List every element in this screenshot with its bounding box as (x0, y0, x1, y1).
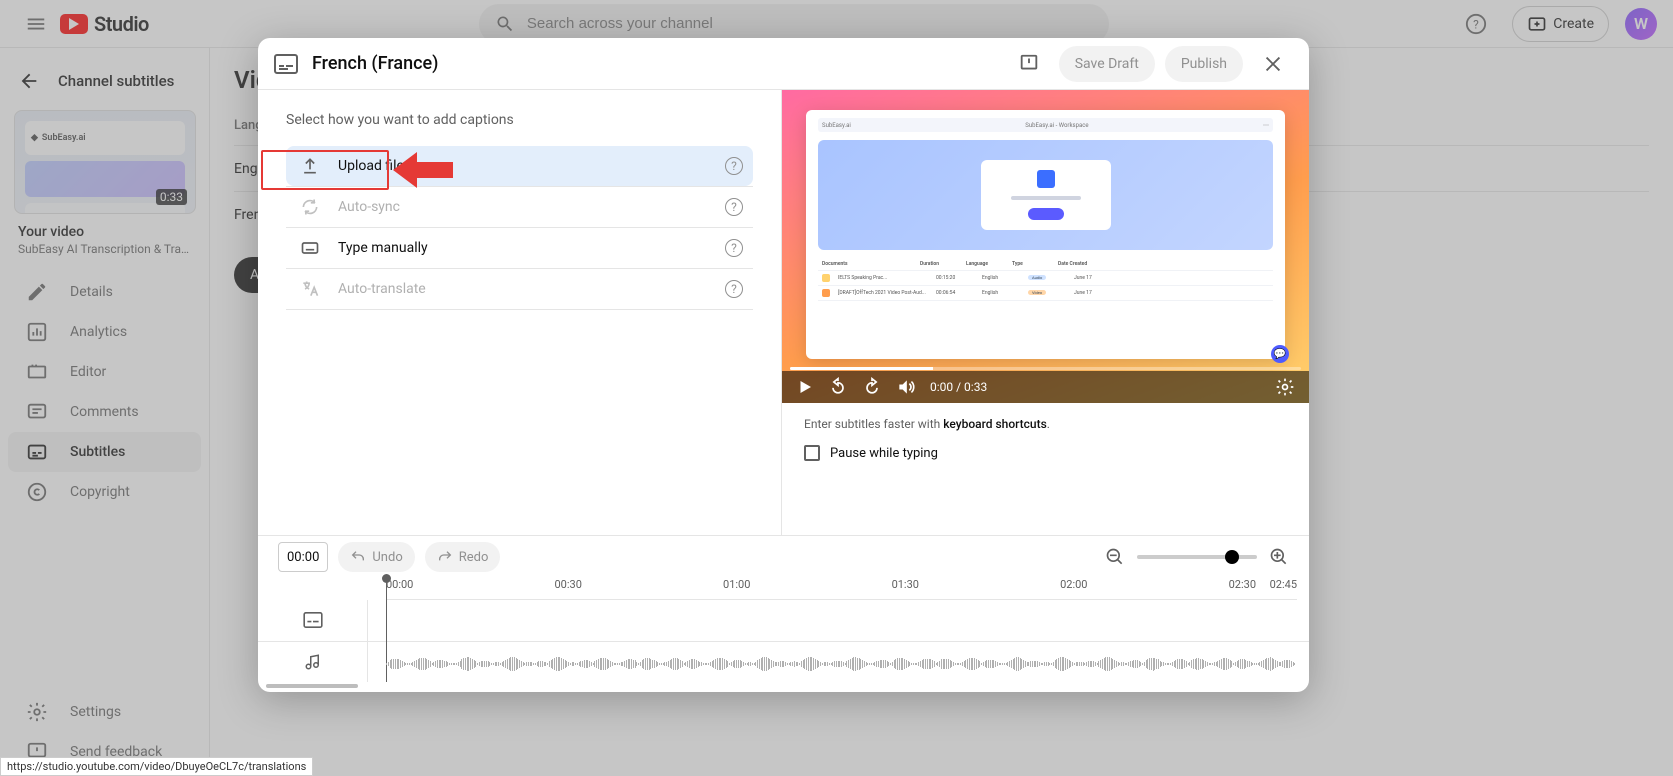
undo-button[interactable]: Undo (338, 542, 414, 572)
save-draft-button[interactable]: Save Draft (1059, 46, 1155, 82)
zoom-out-icon[interactable] (1105, 547, 1125, 567)
panel-prompt: Select how you want to add captions (286, 112, 753, 128)
option-auto-sync[interactable]: Auto-sync ? (286, 187, 753, 227)
browser-status-url: https://studio.youtube.com/video/DbuyeOe… (0, 757, 313, 776)
option-type-manually[interactable]: Type manually ? (286, 228, 753, 268)
zoom-slider[interactable] (1137, 555, 1257, 559)
caption-method-panel: Select how you want to add captions Uplo… (258, 90, 782, 535)
translate-icon (300, 279, 320, 299)
video-controls: 0:00 / 0:33 (782, 371, 1309, 403)
flag-icon (1018, 53, 1040, 75)
audio-waveform (386, 656, 1297, 672)
help-icon[interactable]: ? (725, 239, 743, 257)
video-preview[interactable]: SubEasy.aiSubEasy.ai - Workspace⋯ Docume… (782, 90, 1309, 403)
checkbox-icon[interactable] (804, 445, 820, 461)
report-button[interactable] (1009, 44, 1049, 84)
timeline-tracks[interactable] (368, 600, 1309, 682)
redo-button[interactable]: Redo (425, 542, 501, 572)
help-icon[interactable]: ? (725, 280, 743, 298)
help-icon[interactable]: ? (725, 157, 743, 175)
keyboard-icon (300, 238, 320, 258)
autosync-icon (300, 197, 320, 217)
zoom-in-icon[interactable] (1269, 547, 1289, 567)
chat-bubble-icon: 💬 (1271, 345, 1289, 363)
timeline-ruler[interactable]: 00:00 00:30 01:00 01:30 02:00 02:30 02:4… (386, 578, 1297, 600)
volume-icon[interactable] (896, 377, 916, 397)
current-time-input[interactable]: 00:00 (278, 542, 328, 572)
keyboard-hint: Enter subtitles faster with keyboard sho… (782, 403, 1309, 445)
video-progress-bar[interactable] (790, 367, 1301, 370)
timeline-panel: 00:00 Undo Redo 00:00 00:30 01:00 01:30 … (258, 535, 1309, 692)
cc-icon (274, 54, 298, 74)
forward-10-icon[interactable] (862, 377, 882, 397)
redo-icon (437, 549, 453, 565)
video-frame-content: SubEasy.aiSubEasy.ai - Workspace⋯ Docume… (806, 110, 1285, 359)
timeline-scrollbar[interactable] (258, 682, 1309, 692)
dialog-header: French (France) Save Draft Publish (258, 38, 1309, 90)
audio-track-icon (258, 642, 367, 683)
caption-editor-dialog: French (France) Save Draft Publish Selec… (258, 38, 1309, 692)
option-auto-translate[interactable]: Auto-translate ? (286, 269, 753, 309)
pause-while-typing[interactable]: Pause while typing (782, 445, 1309, 475)
option-upload-file[interactable]: Upload file ? (286, 146, 753, 186)
upload-icon (300, 156, 320, 176)
rewind-10-icon[interactable] (828, 377, 848, 397)
close-icon (1262, 53, 1284, 75)
publish-button[interactable]: Publish (1165, 46, 1243, 82)
play-icon[interactable] (796, 378, 814, 396)
subtitle-track-icon (258, 600, 367, 642)
dialog-title: French (France) (312, 53, 438, 74)
close-dialog-button[interactable] (1253, 44, 1293, 84)
video-time: 0:00 / 0:33 (930, 380, 987, 394)
undo-icon (350, 549, 366, 565)
settings-gear-icon[interactable] (1275, 377, 1295, 397)
help-icon[interactable]: ? (725, 198, 743, 216)
